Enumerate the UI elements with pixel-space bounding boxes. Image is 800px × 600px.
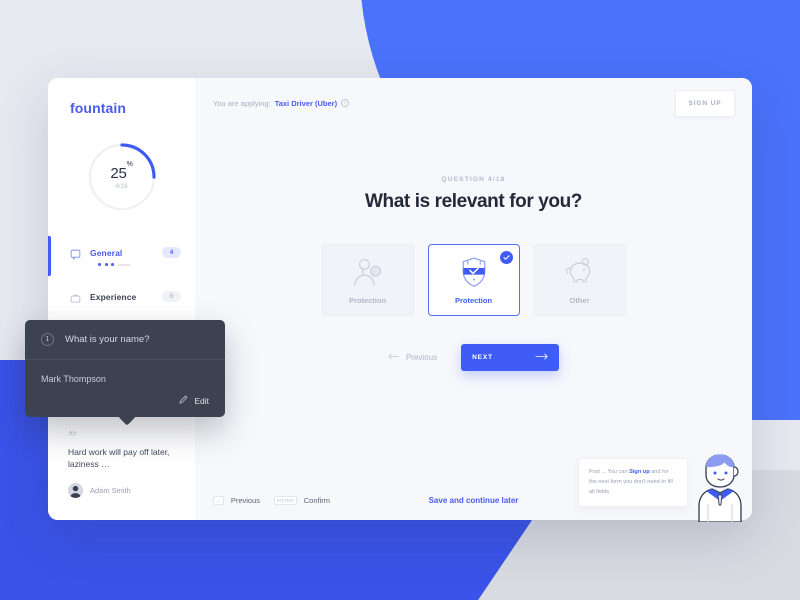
screen: fountain 25% 4/18 General 4 Experience 6…	[0, 0, 800, 600]
option-cards: Protection Protection Other	[195, 244, 752, 316]
quote-author: Adam Smith	[68, 483, 179, 498]
active-indicator	[48, 236, 51, 276]
option-card-protection-person[interactable]: Protection	[321, 244, 414, 316]
pencil-icon	[179, 395, 188, 406]
sidebar-item-label: General	[90, 247, 123, 258]
selected-check-badge	[499, 251, 513, 264]
progress-percent: 25%	[110, 160, 133, 182]
progress-ring: 25% 4/18	[87, 142, 157, 212]
previous-button[interactable]: Previous	[388, 353, 437, 362]
sidebar: fountain 25% 4/18 General 4 Experience 6…	[48, 78, 195, 520]
quote-author-name: Adam Smith	[90, 486, 131, 495]
form-actions: Previous NEXT	[195, 344, 752, 371]
avatar	[68, 483, 83, 498]
previous-label: Previous	[405, 353, 438, 362]
option-card-label: Other	[569, 296, 590, 305]
question-title: What is relevant for you?	[365, 191, 582, 212]
sidebar-item-general[interactable]: General 4	[48, 236, 195, 276]
quote-text: Hard work will pay off later, laziness …	[68, 446, 170, 470]
brand-logo[interactable]: fountain	[48, 78, 195, 116]
answer-tooltip-body: Mark Thompson Edit	[25, 360, 225, 417]
signup-button[interactable]: SIGN UP	[675, 89, 735, 117]
helper-tooltip-text: Psst ... You can Sign up and for the nex…	[589, 468, 677, 497]
next-button[interactable]: NEXT	[461, 344, 560, 371]
sidebar-item-experience[interactable]: Experience 6	[48, 284, 195, 309]
question-number-badge: 1	[41, 333, 54, 346]
main-content: You are applying: Taxi Driver (Uber) i S…	[195, 78, 752, 520]
arrow-right-icon	[535, 353, 548, 362]
arrow-left-icon	[388, 353, 399, 362]
progress-ring-wrapper: 25% 4/18	[48, 142, 195, 212]
applying-prefix: You are applying:	[213, 98, 271, 108]
quote-block: ” Hard work will pay off later, laziness…	[48, 426, 195, 498]
helper-tooltip: Psst ... You can Sign up and for the nex…	[578, 458, 688, 508]
briefcase-icon	[70, 291, 81, 303]
option-card-label: Protection	[454, 296, 493, 305]
edit-label: Edit	[194, 395, 209, 406]
progress-ring-labels: 25% 4/18	[87, 142, 157, 212]
next-label: NEXT	[472, 354, 493, 361]
app-window: fountain 25% 4/18 General 4 Experience 6…	[48, 78, 752, 520]
applying-status: You are applying: Taxi Driver (Uber) i	[213, 98, 350, 108]
answer-tooltip-header: 1 What is your name?	[25, 320, 225, 360]
sidebar-item-label: Experience	[90, 291, 137, 302]
person-support-icon	[351, 255, 385, 289]
message-square-icon	[70, 247, 81, 260]
answer-tooltip-value: Mark Thompson	[41, 374, 106, 384]
option-card-protection-shield[interactable]: Protection	[427, 244, 520, 316]
info-icon[interactable]: i	[341, 99, 350, 107]
option-card-other[interactable]: Other	[533, 244, 626, 316]
question-counter: QUESTION 4/18	[441, 176, 506, 183]
quote-mark-icon: ”	[68, 426, 77, 446]
option-card-label: Protection	[348, 296, 387, 305]
progress-steps: 4/18	[115, 183, 128, 190]
answer-tooltip: 1 What is your name? Mark Thompson Edit	[25, 320, 225, 426]
edit-answer-button[interactable]: Edit	[41, 395, 209, 406]
helper-text-before: Psst ... You can	[589, 469, 630, 475]
top-bar: You are applying: Taxi Driver (Uber) i S…	[195, 78, 752, 128]
answer-tooltip-question: What is your name?	[65, 334, 150, 345]
signup-link[interactable]: Sign up	[629, 469, 650, 475]
assistant-character-illustration	[688, 452, 750, 523]
sidebar-badge: 4	[162, 247, 181, 258]
piggy-bank-icon	[562, 255, 598, 289]
sidebar-nav: General 4 Experience 6	[48, 236, 195, 309]
shield-check-icon	[457, 255, 491, 289]
applying-role[interactable]: Taxi Driver (Uber)	[275, 99, 337, 108]
sidebar-badge: 6	[162, 291, 181, 302]
question-area: QUESTION 4/18 What is relevant for you?	[195, 176, 752, 213]
